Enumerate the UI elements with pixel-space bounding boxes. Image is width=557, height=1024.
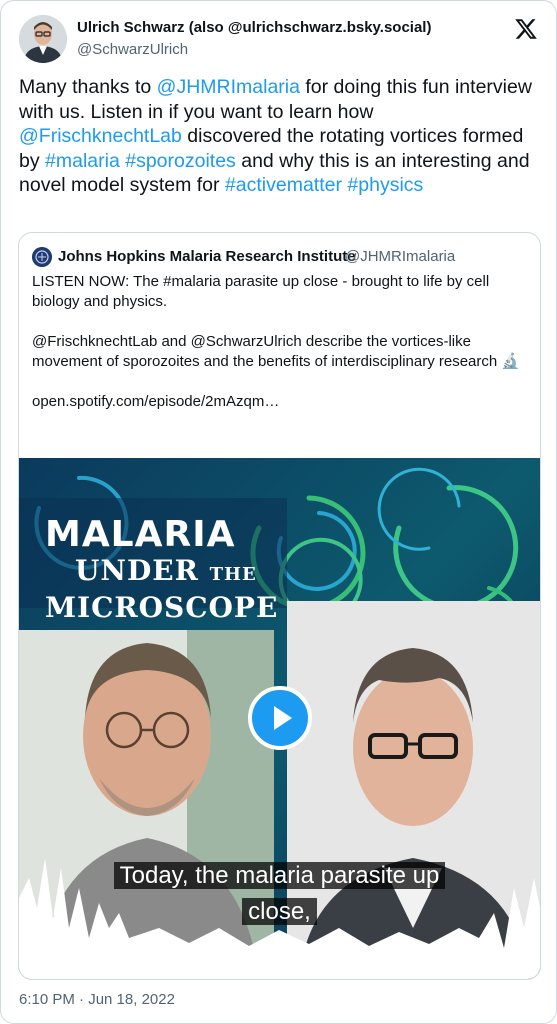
video-caption-line1: Today, the malaria parasite up — [19, 860, 540, 892]
quoted-author-handle[interactable]: @JHMRImalaria — [345, 248, 455, 265]
quoted-author-name[interactable]: Johns Hopkins Malaria Research Institute — [58, 248, 356, 265]
artwork-title-malaria: MALARIA — [45, 514, 236, 555]
quoted-paragraph-1: LISTEN NOW: The #malaria parasite up clo… — [32, 273, 490, 310]
artwork-title-microscope: MICROSCOPE — [45, 591, 279, 624]
institute-logo-icon — [32, 247, 52, 267]
avatar-photo-icon — [19, 15, 67, 63]
quoted-tweet-body: LISTEN NOW: The #malaria parasite up clo… — [32, 272, 527, 412]
quoted-tweet[interactable]: Johns Hopkins Malaria Research Institute… — [18, 232, 541, 980]
video-media[interactable]: MALARIA UNDER THE MICROSCOPE Today, the … — [19, 458, 540, 979]
play-button[interactable] — [248, 686, 312, 750]
quoted-author-avatar[interactable] — [32, 247, 52, 267]
author-handle[interactable]: @SchwarzUlrich — [77, 41, 188, 58]
caption-text-2: close, — [242, 898, 317, 925]
x-logo-icon[interactable] — [514, 17, 538, 41]
tweet-text-segment: Many thanks to — [19, 76, 157, 98]
tweet-link[interactable]: @JHMRImalaria — [157, 76, 300, 98]
artwork-title-under: UNDER THE — [75, 554, 278, 592]
tweet-text: Many thanks to @JHMRImalaria for doing t… — [19, 75, 539, 198]
tweet-timestamp[interactable]: 6:10 PM · Jun 18, 2022 — [19, 991, 175, 1008]
author-avatar[interactable] — [19, 15, 67, 63]
tweet-link[interactable]: #malaria — [45, 150, 120, 172]
tweet-header: Ulrich Schwarz (also @ulrichschwarz.bsky… — [19, 15, 540, 65]
quoted-link[interactable]: open.spotify.com/episode/2mAzqm… — [32, 392, 527, 412]
author-name[interactable]: Ulrich Schwarz (also @ulrichschwarz.bsky… — [77, 19, 431, 36]
tweet-card: Ulrich Schwarz (also @ulrichschwarz.bsky… — [0, 0, 557, 1024]
tweet-link[interactable]: #physics — [347, 174, 423, 196]
quoted-paragraph-2: @FrischknechtLab and @SchwarzUlrich desc… — [32, 333, 521, 370]
caption-text-1: Today, the malaria parasite up — [113, 862, 446, 889]
tweet-link[interactable]: #activematter — [225, 174, 342, 196]
play-icon — [274, 706, 292, 730]
video-caption-line2: close, — [19, 896, 540, 928]
artwork-title-under-word: UNDER — [75, 554, 199, 587]
artwork-title-the: THE — [209, 564, 257, 585]
tweet-link[interactable]: #sporozoites — [125, 150, 236, 172]
artwork-title: MALARIA UNDER THE MICROSCOPE — [45, 516, 278, 624]
tweet-link[interactable]: @FrischknechtLab — [19, 125, 182, 147]
